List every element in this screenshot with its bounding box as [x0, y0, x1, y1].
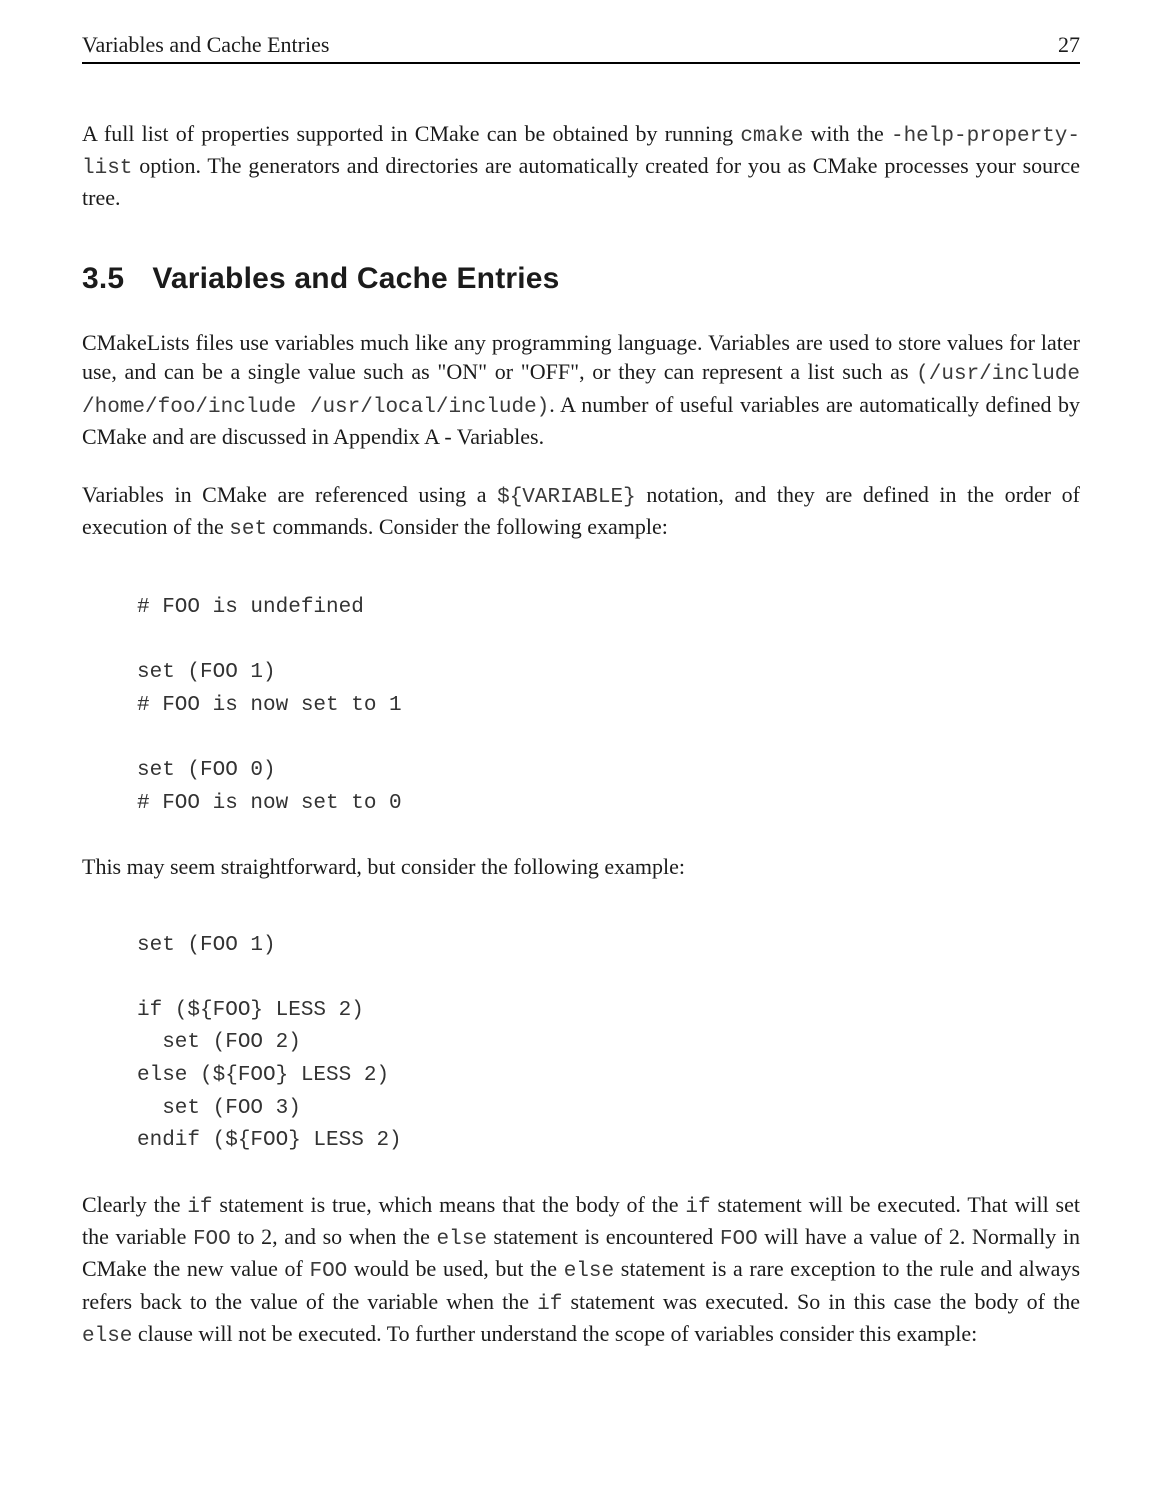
code-inline-if: if: [537, 1293, 562, 1316]
code-inline-set: set: [229, 518, 267, 541]
text: Variables in CMake are referenced using …: [82, 482, 497, 507]
running-header: Variables and Cache Entries 27: [82, 30, 1080, 64]
spacer: [82, 572, 1080, 586]
text: would be used, but the: [347, 1256, 563, 1281]
section-title: Variables and Cache Entries: [152, 262, 559, 295]
code-inline-else: else: [82, 1325, 132, 1348]
spacer: [82, 910, 1080, 924]
page-number: 27: [1058, 30, 1080, 62]
text: This may seem straightforward, but consi…: [82, 854, 685, 879]
code-inline-if: if: [685, 1196, 710, 1219]
text: to 2, and so when the: [231, 1224, 437, 1249]
code-inline-else: else: [564, 1260, 614, 1283]
paragraph-1: CMakeLists files use variables much like…: [82, 328, 1080, 452]
code-inline-cmake: cmake: [740, 125, 803, 148]
text: statement is encountered: [487, 1224, 720, 1249]
text: A full list of properties supported in C…: [82, 121, 740, 146]
code-block-2: set (FOO 1) if (${FOO} LESS 2) set (FOO …: [137, 930, 1080, 1158]
code-inline-foo: FOO: [309, 1260, 347, 1283]
code-inline-foo: FOO: [193, 1228, 231, 1251]
code-inline-foo: FOO: [720, 1228, 758, 1251]
code-block-1: # FOO is undefined set (FOO 1) # FOO is …: [137, 592, 1080, 820]
page: Variables and Cache Entries 27 A full li…: [0, 0, 1162, 1500]
text: statement is true, which means that the …: [213, 1192, 686, 1217]
spacer: [82, 1164, 1080, 1190]
code-inline-variable-ref: ${VARIABLE}: [497, 486, 636, 509]
section-number: 3.5: [82, 259, 124, 300]
code-inline-else: else: [437, 1228, 487, 1251]
paragraph-4: Clearly the if statement is true, which …: [82, 1190, 1080, 1352]
paragraph-3: This may seem straightforward, but consi…: [82, 852, 1080, 882]
text: clause will not be executed. To further …: [132, 1321, 977, 1346]
text: with the: [803, 121, 891, 146]
code-inline-if: if: [187, 1196, 212, 1219]
text: option. The generators and directories a…: [82, 153, 1080, 210]
paragraph-2: Variables in CMake are referenced using …: [82, 480, 1080, 545]
running-header-title: Variables and Cache Entries: [82, 30, 329, 62]
text: statement was executed. So in this case …: [562, 1289, 1080, 1314]
text: commands. Consider the following example…: [267, 514, 668, 539]
section-heading: 3.5 Variables and Cache Entries: [82, 259, 1080, 300]
spacer: [82, 826, 1080, 852]
intro-paragraph: A full list of properties supported in C…: [82, 119, 1080, 213]
text: Clearly the: [82, 1192, 187, 1217]
